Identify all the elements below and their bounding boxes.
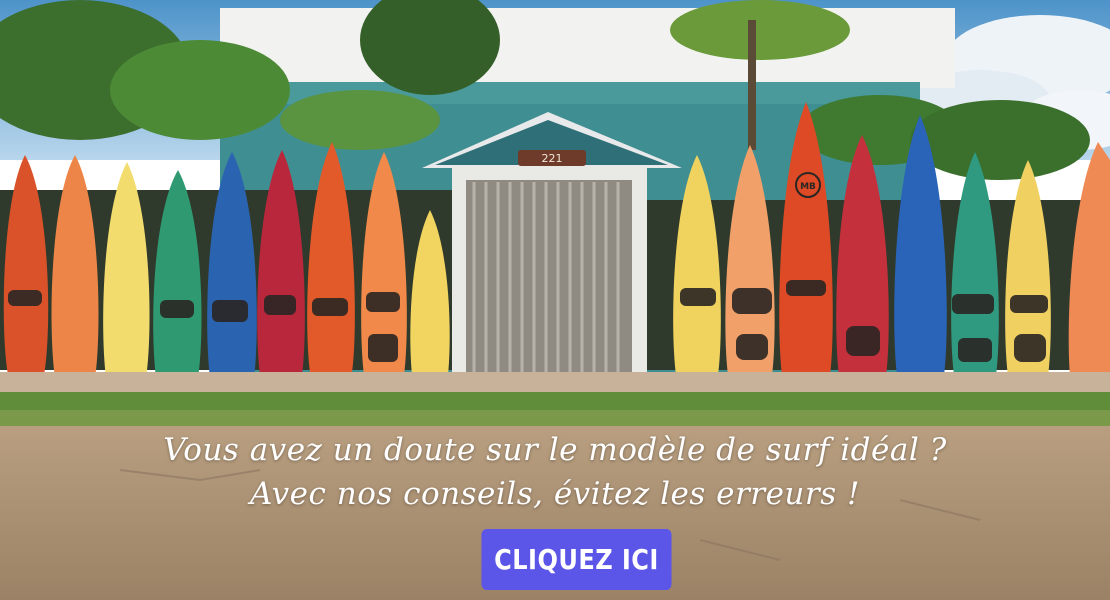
headline-line-1: Vous avez un doute sur le modèle de surf…: [163, 432, 947, 468]
door-number: 221: [542, 152, 563, 165]
cta-button[interactable]: CLIQUEZ ICI: [481, 529, 672, 590]
banner-headline: Vous avez un doute sur le modèle de surf…: [0, 428, 1110, 516]
board-logo: MB: [800, 182, 816, 192]
surfboards-left: [3, 142, 450, 378]
headline-line-2: Avec nos conseils, évitez les erreurs !: [250, 476, 860, 512]
promo-banner: 221 MB Vous avez un doute sur le modèle …: [0, 0, 1110, 600]
